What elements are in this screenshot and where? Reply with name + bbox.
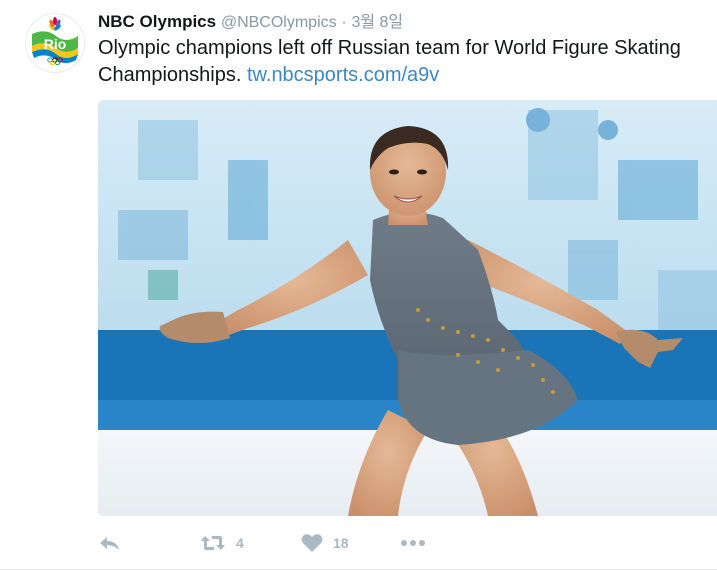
rio-logo-icon: Rio	[26, 14, 84, 72]
reply-icon	[100, 537, 119, 550]
divider	[0, 569, 717, 570]
author-handle[interactable]: @NBCOlympics	[221, 14, 337, 31]
tweet-text: Olympic champions left off Russian team …	[98, 35, 708, 89]
tweet-header: NBC Olympics @NBCOlympics · 3월 8일	[98, 10, 707, 34]
more-icon	[401, 540, 425, 546]
skater-photo-image	[98, 100, 717, 516]
heart-icon	[301, 534, 323, 552]
timestamp[interactable]: 3월 8일	[351, 14, 403, 31]
retweet-icon	[201, 536, 225, 550]
avatar[interactable]: Rio	[26, 14, 84, 72]
retweet-button[interactable]: 4	[200, 526, 244, 560]
more-button[interactable]	[400, 526, 426, 560]
like-count: 18	[333, 535, 349, 551]
tweet-actions: 4 18	[98, 526, 698, 560]
tweet-link[interactable]: tw.nbcsports.com/a9v	[247, 64, 439, 86]
separator-dot: ·	[341, 14, 347, 31]
author-name[interactable]: NBC Olympics	[98, 12, 216, 31]
svg-text:Rio: Rio	[44, 36, 67, 52]
like-button[interactable]: 18	[301, 526, 349, 560]
reply-button[interactable]	[98, 526, 122, 560]
tweet-photo[interactable]	[98, 100, 717, 516]
retweet-count: 4	[236, 535, 244, 551]
